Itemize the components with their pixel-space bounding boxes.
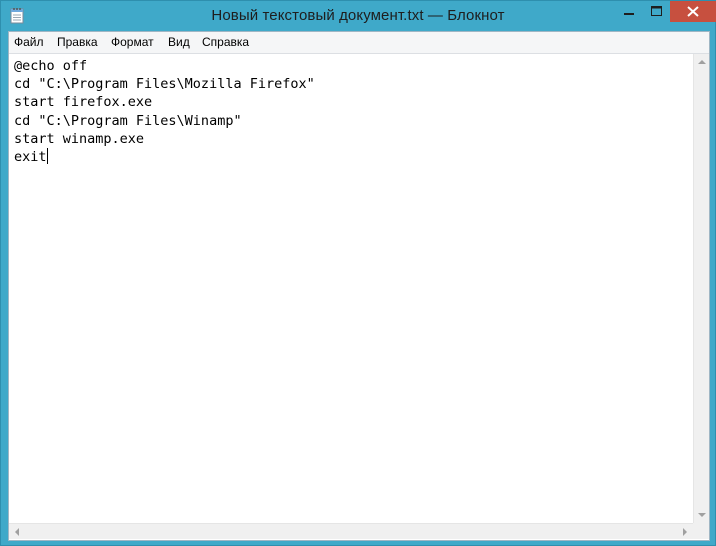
window-title: Новый текстовый документ.txt — Блокнот <box>211 7 505 24</box>
editor-line: exit <box>14 149 47 166</box>
menu-bar: Файл Правка Формат Вид Справка <box>9 32 709 54</box>
scrollbar-corner <box>693 523 709 539</box>
editor-line: @echo off <box>14 58 88 74</box>
editor-content[interactable]: @echo off cd "C:\Program Files\Mozilla Fi… <box>14 57 315 166</box>
scroll-right-arrow-icon[interactable] <box>683 528 687 536</box>
text-editor[interactable]: @echo off cd "C:\Program Files\Mozilla Fi… <box>9 54 693 522</box>
editor-line: cd "C:\Program Files\Mozilla Firefox" <box>14 76 315 93</box>
editor-last-line: exit <box>14 148 315 166</box>
scroll-up-arrow-icon[interactable] <box>698 60 706 64</box>
editor-line: start winamp.exe <box>14 130 145 147</box>
editor-line: start firefox.exe <box>14 94 153 111</box>
menu-edit[interactable]: Правка <box>57 35 98 50</box>
text-caret <box>46 148 48 165</box>
notepad-window: Новый текстовый документ.txt — Блокнот Ф… <box>0 0 716 546</box>
maximize-icon <box>651 6 662 16</box>
minimize-button[interactable] <box>615 1 643 22</box>
menu-help[interactable]: Справка <box>202 35 249 50</box>
scroll-down-arrow-icon[interactable] <box>698 513 706 517</box>
scroll-left-arrow-icon[interactable] <box>15 528 19 536</box>
close-icon <box>687 6 699 17</box>
editor-line: cd "C:\Program Files\Winamp" <box>14 112 242 129</box>
maximize-button[interactable] <box>643 1 670 22</box>
menu-view[interactable]: Вид <box>168 35 190 50</box>
client-area: Файл Правка Формат Вид Справка @echo off… <box>8 31 710 541</box>
vertical-scrollbar[interactable] <box>693 54 709 523</box>
horizontal-scrollbar[interactable] <box>9 523 693 539</box>
menu-format[interactable]: Формат <box>111 35 154 50</box>
title-bar[interactable]: Новый текстовый документ.txt — Блокнот <box>1 1 716 31</box>
close-button[interactable] <box>670 1 716 22</box>
minimize-icon <box>624 13 634 15</box>
menu-file[interactable]: Файл <box>14 35 44 50</box>
